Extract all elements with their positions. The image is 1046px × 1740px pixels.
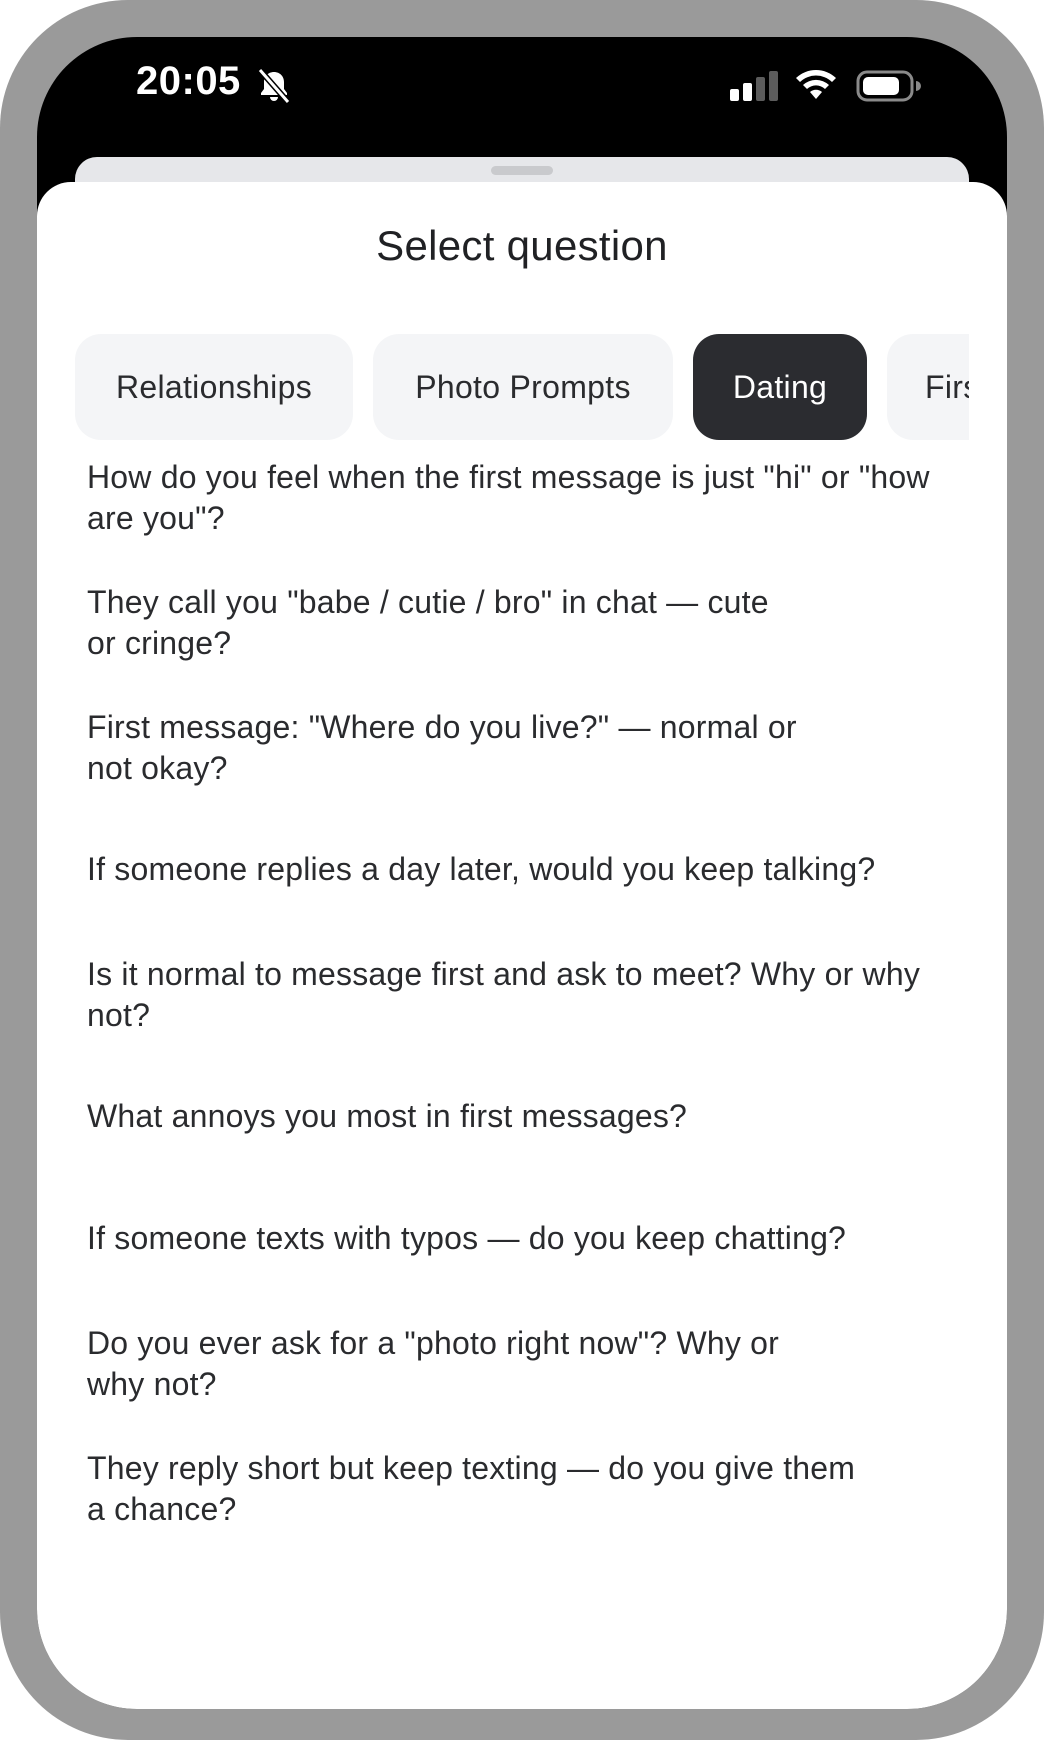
status-bar: 20:05 — [37, 37, 1007, 157]
tab-first[interactable]: First — [887, 334, 969, 440]
signal-icon — [730, 71, 778, 101]
phone-screen: 20:05 Select question Relationships Phot… — [37, 37, 1007, 1709]
device-frame: 20:05 Select question Relationships Phot… — [0, 0, 1046, 1740]
battery-icon — [856, 70, 921, 102]
category-tabs: Relationships Photo Prompts Dating First — [75, 334, 969, 440]
tab-dating[interactable]: Dating — [693, 334, 867, 440]
select-question-sheet: Select question Relationships Photo Prom… — [37, 182, 1007, 1709]
question-item[interactable]: Do you ever ask for a "photo right now"?… — [87, 1323, 807, 1405]
question-item[interactable]: If someone replies a day later, would yo… — [87, 849, 967, 890]
question-item[interactable]: They reply short but keep texting — do y… — [87, 1448, 877, 1530]
sheet-grabber[interactable] — [491, 166, 553, 175]
question-item[interactable]: Is it normal to message first and ask to… — [87, 954, 947, 1036]
phone-bezel: 20:05 Select question Relationships Phot… — [0, 0, 1044, 1740]
sheet-title: Select question — [376, 222, 668, 269]
question-item[interactable]: If someone texts with typos — do you kee… — [87, 1218, 947, 1259]
wifi-icon — [796, 70, 836, 99]
question-item[interactable]: How do you feel when the first message i… — [87, 457, 947, 539]
question-item[interactable]: First message: "Where do you live?" — no… — [87, 707, 807, 789]
bell-slash-icon — [257, 68, 291, 104]
question-item[interactable]: What annoys you most in first messages? — [87, 1096, 947, 1137]
tab-photo-prompts[interactable]: Photo Prompts — [373, 334, 673, 440]
status-time: 20:05 — [136, 59, 241, 103]
tab-relationships[interactable]: Relationships — [75, 334, 353, 440]
question-item[interactable]: They call you "babe / cutie / bro" in ch… — [87, 582, 787, 664]
